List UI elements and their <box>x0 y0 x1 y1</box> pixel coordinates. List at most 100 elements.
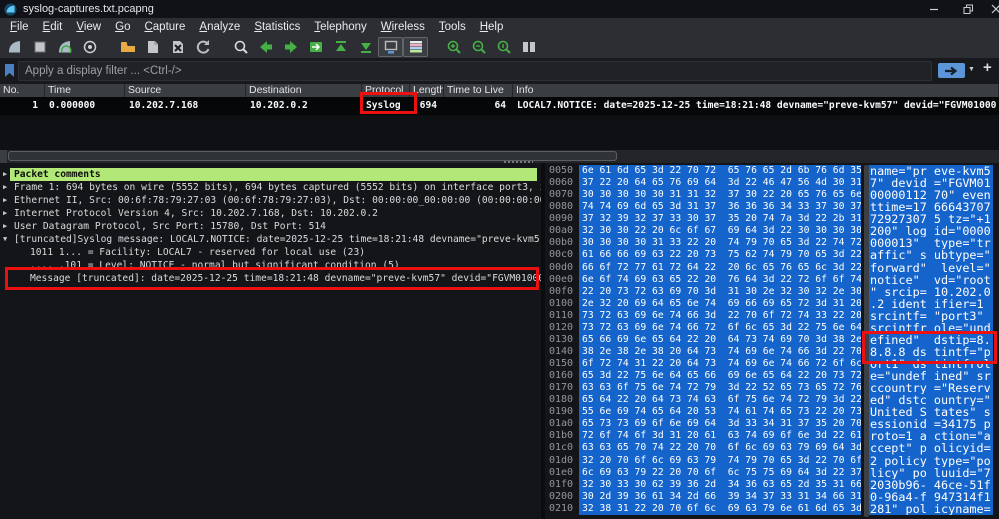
hex-ascii[interactable]: 00000112 70" even <box>869 189 993 202</box>
go-first-packet-button[interactable] <box>328 37 353 57</box>
hex-row[interactable]: 0060 37 22 20 64 65 76 69 64 3d 22 46 47 … <box>545 177 999 190</box>
hex-row[interactable]: 00f0 22 20 73 72 63 69 70 3d 31 30 2e 32 … <box>545 285 999 298</box>
hex-bytes[interactable]: 73 72 63 69 6e 74 66 72 6f 6c 65 3d 22 7… <box>579 321 861 334</box>
detail-row[interactable]: ▶ Frame 1: 694 bytes on wire (5552 bits),… <box>0 181 541 194</box>
menu-view[interactable]: View <box>69 20 108 34</box>
hex-bytes[interactable]: 30 2d 39 36 61 34 2d 66 39 34 37 33 31 3… <box>579 490 861 503</box>
hex-ascii[interactable]: e="undef ined" sr <box>869 370 993 383</box>
colorize-button[interactable] <box>403 36 428 57</box>
hex-ascii[interactable]: .2 ident ifier=1 <box>869 297 993 310</box>
hex-row[interactable]: 01d0 32 20 70 6f 6c 69 63 79 74 79 70 65 … <box>545 454 999 467</box>
hex-row[interactable]: 0160 65 3d 22 75 6e 64 65 66 69 6e 65 64 … <box>545 370 999 383</box>
hex-ascii[interactable]: 2 policy type="po <box>869 454 993 467</box>
auto-scroll-button[interactable] <box>378 36 403 57</box>
column-header-destination[interactable]: Destination <box>246 84 362 97</box>
add-filter-button[interactable]: + <box>983 59 992 76</box>
hex-bytes[interactable]: 61 66 66 69 63 22 20 73 75 62 74 79 70 6… <box>579 249 861 262</box>
menu-analyze[interactable]: Analyze <box>192 20 247 34</box>
hex-bytes[interactable]: 63 63 65 70 74 22 20 70 6f 6c 69 63 79 6… <box>579 442 861 455</box>
stop-capture-button[interactable] <box>27 37 52 57</box>
menu-go[interactable]: Go <box>108 20 137 34</box>
capture-options-button[interactable] <box>77 37 102 57</box>
go-forward-button[interactable] <box>278 37 303 57</box>
expander-closed-icon[interactable]: ▶ <box>3 220 7 233</box>
hex-ascii[interactable]: ccept" p olicyid= <box>869 442 993 455</box>
maximize-button[interactable] <box>951 0 985 18</box>
hex-bytes[interactable]: 66 6f 72 77 61 72 64 22 20 6c 65 76 65 6… <box>579 261 861 274</box>
filter-bookmark-icon[interactable] <box>4 63 15 83</box>
hex-row[interactable]: 01a0 65 73 73 69 6f 6e 69 64 3d 33 34 31 … <box>545 418 999 431</box>
hex-ascii[interactable]: United S tates" s <box>869 406 993 419</box>
apply-filter-button[interactable] <box>938 63 965 78</box>
hex-bytes[interactable]: 72 6f 74 6f 3d 31 20 61 63 74 69 6f 6e 3… <box>579 430 861 443</box>
hex-ascii[interactable]: notice" vd="root <box>869 273 993 286</box>
menu-edit[interactable]: Edit <box>36 20 70 34</box>
start-capture-button[interactable] <box>2 37 27 57</box>
expander-closed-icon[interactable]: ▶ <box>3 194 7 207</box>
go-to-packet-button[interactable] <box>303 37 328 57</box>
hex-ascii[interactable]: 7" devid ="FGVM01 <box>869 177 993 190</box>
hex-row[interactable]: 00d0 66 6f 72 77 61 72 64 22 20 6c 65 76 … <box>545 261 999 274</box>
hex-bytes[interactable]: 6c 69 63 79 22 20 70 6f 6c 75 75 69 64 3… <box>579 466 861 479</box>
hex-ascii[interactable]: " srcip= 10.202.0 <box>869 285 993 298</box>
packet-cell-time-to-live[interactable]: 64 <box>444 97 513 115</box>
packet-row[interactable]: 1 0.000000 10.202.7.168 10.202.0.2 Syslog 694… <box>0 97 999 115</box>
hex-ascii[interactable]: ed" dstc ountry=" <box>869 394 993 407</box>
packet-cell-time[interactable]: 0.000000 <box>45 97 125 115</box>
hex-row[interactable]: 01c0 63 63 65 70 74 22 20 70 6f 6c 69 63 … <box>545 442 999 455</box>
detail-row[interactable]: ▶ User Datagram Protocol, Src Port: 15780… <box>0 220 541 233</box>
menu-telephony[interactable]: Telephony <box>307 20 373 34</box>
hex-bytes[interactable]: 65 66 69 6e 65 64 22 20 64 73 74 69 70 3… <box>579 333 861 346</box>
find-packet-button[interactable] <box>228 37 253 57</box>
hex-row[interactable]: 0080 74 74 69 6d 65 3d 31 37 36 36 36 34 … <box>545 201 999 214</box>
display-filter-input[interactable]: Apply a display filter ... <Ctrl-/> <box>18 61 932 81</box>
detail-row[interactable]: ▼ [truncated]Syslog message: LOCAL7.NOTIC… <box>0 233 541 246</box>
hex-ascii[interactable]: name="pr eve-kvm5 <box>869 165 993 178</box>
hex-bytes[interactable]: 37 22 20 64 65 76 69 64 3d 22 46 47 56 4… <box>579 177 861 190</box>
hex-bytes[interactable]: 2e 32 20 69 64 65 6e 74 69 66 69 65 72 3… <box>579 297 861 310</box>
hex-ascii[interactable]: srcintf= "port3" <box>869 309 993 322</box>
hex-bytes[interactable]: 73 72 63 69 6e 74 66 3d 22 70 6f 72 74 3… <box>579 309 861 322</box>
save-file-button[interactable] <box>140 37 165 57</box>
menu-wireless[interactable]: Wireless <box>374 20 432 34</box>
hex-row[interactable]: 0070 30 30 30 30 30 31 31 32 37 30 22 20 … <box>545 189 999 202</box>
hex-row[interactable]: 00a0 32 30 30 22 20 6c 6f 67 69 64 3d 22 … <box>545 225 999 238</box>
expander-closed-icon[interactable]: ▶ <box>3 207 7 220</box>
hex-ascii[interactable]: ttime=17 66643707 <box>869 201 993 214</box>
expander-closed-icon[interactable]: ▶ <box>3 168 7 181</box>
hex-row[interactable]: 00c0 61 66 66 69 63 22 20 73 75 62 74 79 … <box>545 249 999 262</box>
hex-ascii[interactable]: 72927307 5 tz="+1 <box>869 213 993 226</box>
hex-bytes[interactable]: 74 74 69 6d 65 3d 31 37 36 36 36 34 33 3… <box>579 201 861 214</box>
hex-bytes[interactable]: 65 64 22 20 64 73 74 63 6f 75 6e 74 72 7… <box>579 394 861 407</box>
column-header-source[interactable]: Source <box>125 84 246 97</box>
hex-bytes[interactable]: 65 73 73 69 6f 6e 69 64 3d 33 34 31 37 3… <box>579 418 861 431</box>
hex-row[interactable]: 0100 2e 32 20 69 64 65 6e 74 69 66 69 65 … <box>545 297 999 310</box>
hex-bytes[interactable]: 22 20 73 72 63 69 70 3d 31 30 2e 32 30 3… <box>579 285 861 298</box>
hex-row[interactable]: 0180 65 64 22 20 64 73 74 63 6f 75 6e 74 … <box>545 394 999 407</box>
packet-cell-info[interactable]: LOCAL7.NOTICE: date=2025-12-25 time=18:2… <box>513 97 999 115</box>
hex-row[interactable]: 01f0 32 30 33 30 62 39 36 2d 34 36 63 65 … <box>545 478 999 491</box>
hex-row[interactable]: 0190 55 6e 69 74 65 64 20 53 74 61 74 65 … <box>545 406 999 419</box>
go-last-packet-button[interactable] <box>353 37 378 57</box>
hex-ascii[interactable]: 0-96a4-f 947314f1 <box>869 490 993 503</box>
hex-bytes[interactable]: 6e 6f 74 69 63 65 22 20 76 64 3d 22 72 6… <box>579 273 861 286</box>
hex-ascii[interactable]: 000013" type="tr <box>869 237 993 250</box>
close-button[interactable] <box>985 0 999 18</box>
zoom-original-button[interactable] <box>491 37 516 57</box>
column-header-time[interactable]: Time <box>45 84 125 97</box>
hex-bytes[interactable]: 32 30 30 22 20 6c 6f 67 69 64 3d 22 30 3… <box>579 225 861 238</box>
zoom-in-button[interactable] <box>441 37 466 57</box>
go-back-button[interactable] <box>253 37 278 57</box>
hex-ascii[interactable]: affic" s ubtype=" <box>869 249 993 262</box>
hex-bytes[interactable]: 63 63 6f 75 6e 74 72 79 3d 22 52 65 73 6… <box>579 382 861 395</box>
hex-bytes[interactable]: 37 32 39 32 37 33 30 37 35 20 74 7a 3d 2… <box>579 213 861 226</box>
column-header-info[interactable]: Info <box>513 84 999 97</box>
title-bar[interactable]: syslog-captures.txt.pcapng <box>0 0 999 18</box>
hex-row[interactable]: 0170 63 63 6f 75 6e 74 72 79 3d 22 52 65 … <box>545 382 999 395</box>
expander-closed-icon[interactable]: ▶ <box>3 181 7 194</box>
hex-row[interactable]: 01b0 72 6f 74 6f 3d 31 20 61 63 74 69 6f … <box>545 430 999 443</box>
hex-row[interactable]: 01e0 6c 69 63 79 22 20 70 6f 6c 75 75 69 … <box>545 466 999 479</box>
expander-open-icon[interactable]: ▼ <box>3 233 7 246</box>
hex-bytes[interactable]: 65 3d 22 75 6e 64 65 66 69 6e 65 64 22 2… <box>579 370 861 383</box>
detail-row[interactable]: ▶ Internet Protocol Version 4, Src: 10.20… <box>0 207 541 220</box>
